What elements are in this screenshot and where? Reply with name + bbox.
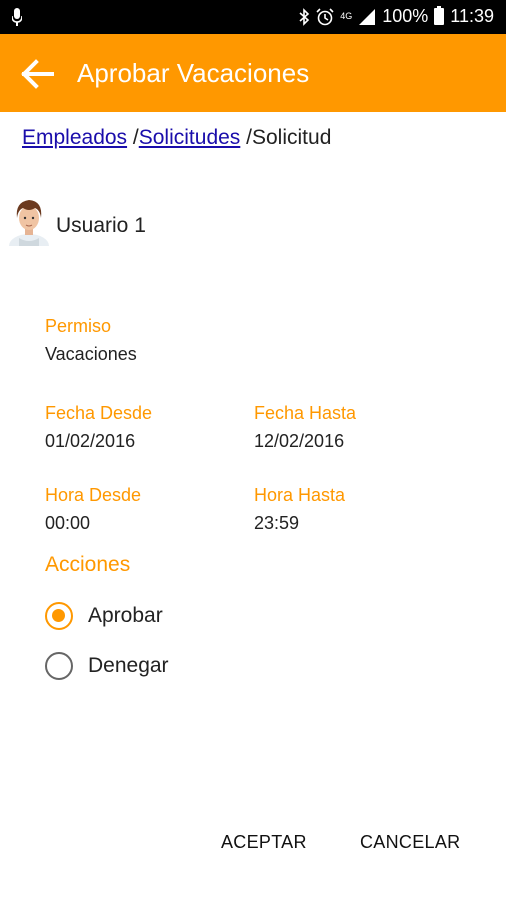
network-type-label: 4G: [340, 11, 353, 21]
user-name: Usuario 1: [56, 214, 146, 237]
alarm-icon: [316, 7, 334, 26]
status-bar: 4G 100% 11:39: [0, 0, 506, 34]
breadcrumb-link-solicitudes[interactable]: Solicitudes: [139, 126, 241, 149]
hora-desde-value: 00:00: [45, 513, 91, 533]
breadcrumb: Empleados /Solicitudes /Solicitud: [22, 126, 331, 150]
battery-icon: [434, 6, 445, 25]
fecha-desde-label: Fecha Desde: [45, 403, 153, 423]
fecha-hasta-value: 12/02/2016: [254, 431, 345, 451]
radio-label-denegar: Denegar: [88, 654, 169, 677]
radio-button-unchecked[interactable]: [45, 652, 73, 680]
avatar: [7, 196, 51, 258]
cancel-button[interactable]: CANCELAR: [360, 832, 460, 853]
bluetooth-icon: [298, 7, 310, 26]
hora-hasta-value: 23:59: [254, 513, 300, 533]
radio-aprobar[interactable]: Aprobar: [45, 601, 163, 631]
hora-hasta-label: Hora Hasta: [254, 485, 346, 505]
page-title: Aprobar Vacaciones: [77, 58, 310, 88]
radio-button-checked[interactable]: [45, 602, 73, 630]
breadcrumb-current: Solicitud: [252, 126, 332, 149]
radio-denegar[interactable]: Denegar: [45, 651, 169, 681]
arrow-back-icon[interactable]: [20, 56, 56, 92]
network-type-icon: 4G: [340, 12, 352, 21]
permiso-value: Vacaciones: [45, 344, 137, 364]
signal-icon: [358, 8, 376, 26]
accept-button[interactable]: ACEPTAR: [221, 832, 307, 853]
permiso-label: Permiso: [45, 316, 112, 336]
mic-icon: [11, 8, 23, 31]
battery-percent: 100%: [382, 6, 429, 26]
hora-desde-label: Hora Desde: [45, 485, 142, 505]
actions-title: Acciones: [45, 553, 131, 576]
breadcrumb-link-empleados[interactable]: Empleados: [22, 126, 127, 149]
app-bar: Aprobar Vacaciones: [0, 34, 506, 112]
radio-label-aprobar: Aprobar: [88, 604, 163, 627]
fecha-hasta-label: Fecha Hasta: [254, 403, 357, 423]
clock: 11:39: [450, 6, 494, 26]
fecha-desde-value: 01/02/2016: [45, 431, 136, 451]
